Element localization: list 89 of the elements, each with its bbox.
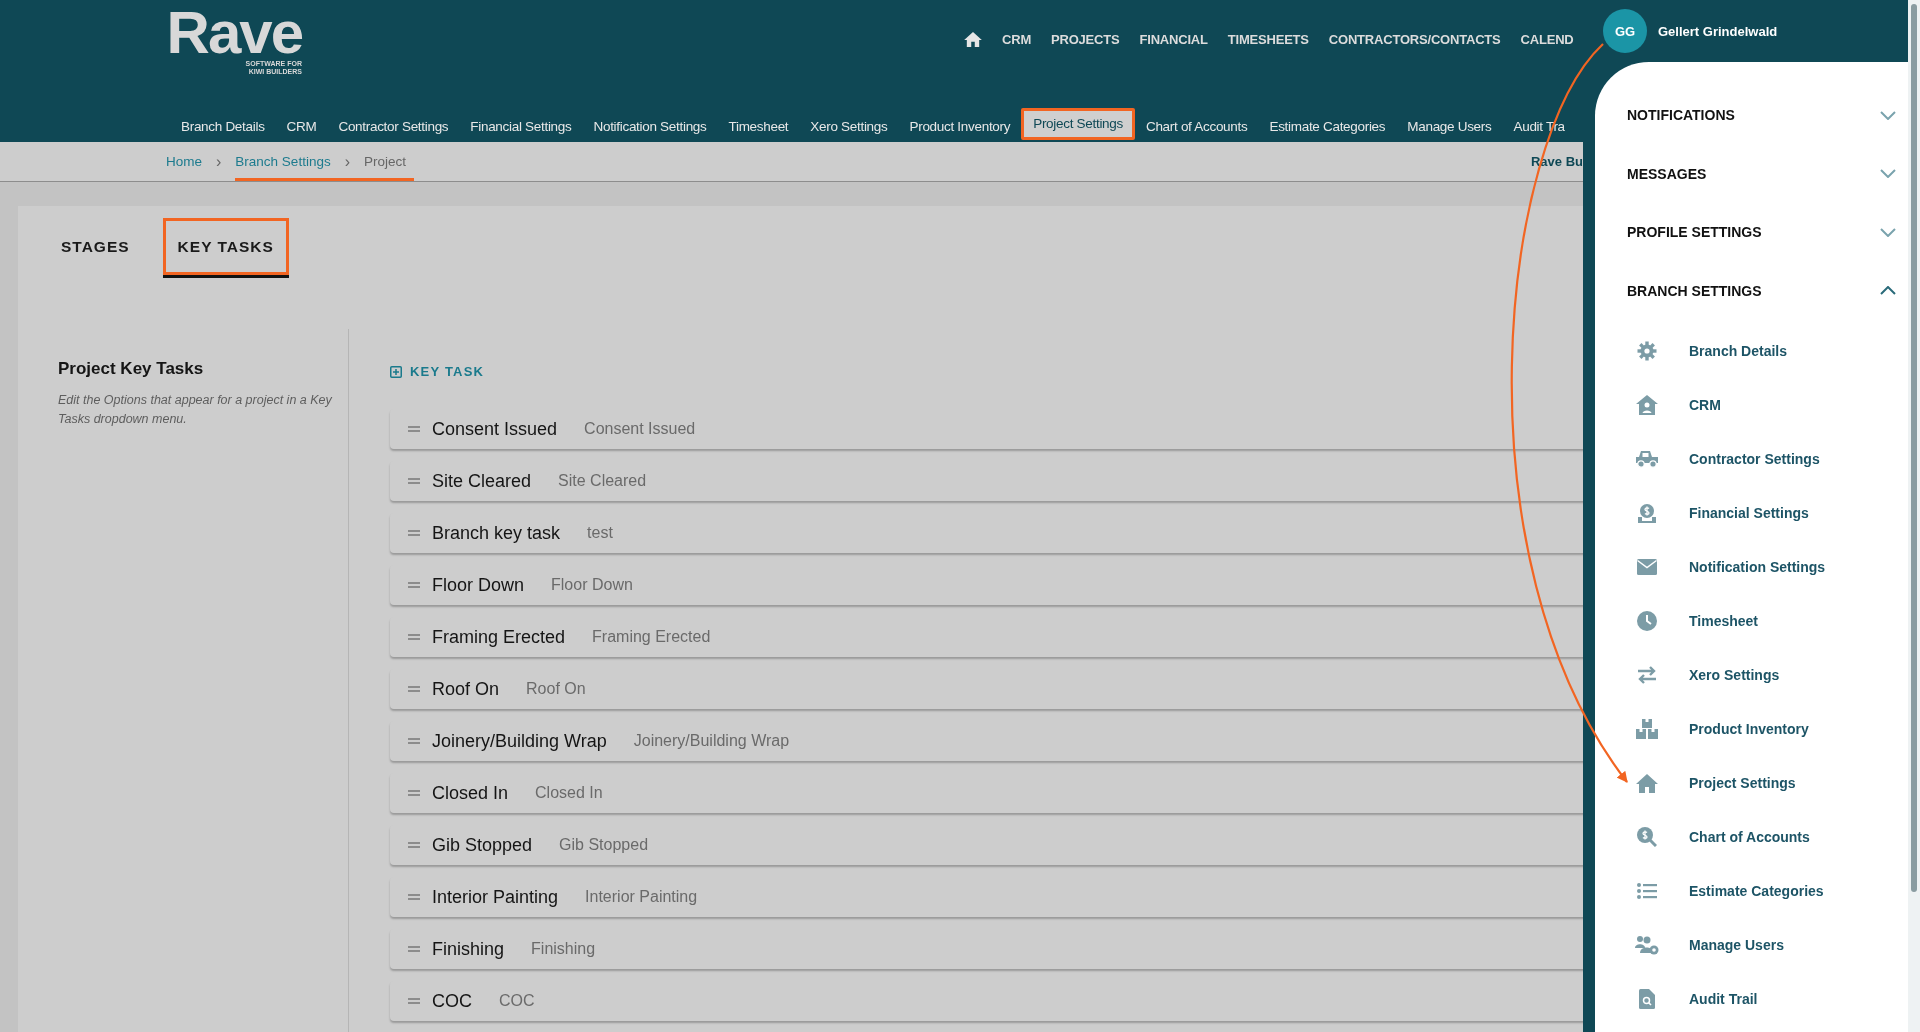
settings-tab[interactable]: CRM xyxy=(275,108,328,142)
settings-tab[interactable]: Chart of Accounts xyxy=(1134,108,1259,142)
key-task-description: Floor Down xyxy=(551,576,633,594)
settings-tab[interactable]: Project Settings xyxy=(1021,108,1135,140)
gear-icon xyxy=(1637,341,1657,361)
breadcrumb-separator: › xyxy=(330,142,364,181)
envelope-icon xyxy=(1637,559,1657,575)
nav-link[interactable]: FINANCIAL xyxy=(1139,32,1208,47)
key-task-description: test xyxy=(587,524,613,542)
section-heading: NOTIFICATIONS xyxy=(1627,107,1735,124)
key-task-description: Roof On xyxy=(526,680,586,698)
section-heading: BRANCH SETTINGS xyxy=(1627,282,1762,299)
key-task-name: Consent Issued xyxy=(432,418,558,440)
drag-handle-icon[interactable] xyxy=(408,790,420,796)
nav-link[interactable]: CALEND xyxy=(1520,32,1574,47)
key-task-description: COC xyxy=(499,992,535,1010)
key-task-name: Interior Painting xyxy=(432,886,559,908)
key-task-name: Gib Stopped xyxy=(432,834,533,856)
nav-link[interactable]: CONTRACTORS/CONTACTS xyxy=(1328,32,1501,47)
key-task-description: Finishing xyxy=(531,940,596,958)
drawer-section-header[interactable]: MESSAGES xyxy=(1627,144,1896,203)
users-gear-icon xyxy=(1635,935,1659,955)
key-task-name: Finishing xyxy=(432,938,505,960)
key-task-description: Closed In xyxy=(535,784,603,802)
home-icon[interactable] xyxy=(964,32,982,47)
section-description: Edit the Options that appear for a project in a Key Tasks dropdown menu. xyxy=(58,392,333,428)
home-icon xyxy=(1636,773,1658,793)
settings-tab[interactable]: Product Inventory xyxy=(898,108,1022,142)
list-icon xyxy=(1637,883,1657,899)
drag-handle-icon[interactable] xyxy=(408,946,420,952)
drag-handle-icon[interactable] xyxy=(408,530,420,536)
scrollbar[interactable] xyxy=(1908,0,1920,1032)
settings-tab[interactable]: Notification Settings xyxy=(582,108,718,142)
drag-handle-icon[interactable] xyxy=(408,634,420,640)
key-task-name: Floor Down xyxy=(432,574,525,596)
key-task-name: Site Cleared xyxy=(432,470,532,492)
key-task-name: COC xyxy=(432,990,472,1012)
section-heading: PROFILE SETTINGS xyxy=(1627,224,1762,241)
key-task-name: Framing Erected xyxy=(432,626,566,648)
key-task-name: Closed In xyxy=(432,782,509,804)
key-task-name: Roof On xyxy=(432,678,500,700)
drag-handle-icon[interactable] xyxy=(408,582,420,588)
drag-handle-icon[interactable] xyxy=(408,998,420,1004)
settings-tab[interactable]: Financial Settings xyxy=(459,108,583,142)
nav-link[interactable]: CRM xyxy=(1002,32,1031,47)
key-task-name: Branch key task xyxy=(432,522,561,544)
drawer-section-header[interactable]: BRANCH SETTINGS xyxy=(1627,261,1896,320)
settings-tab[interactable]: Xero Settings xyxy=(799,108,899,142)
drawer-menu-item[interactable]: Branch Details xyxy=(1627,324,1896,378)
breadcrumb-separator: › xyxy=(215,151,223,172)
settings-tab[interactable]: Manage Users xyxy=(1396,108,1503,142)
settings-tab[interactable]: Estimate Categories xyxy=(1258,108,1397,142)
document-search-icon xyxy=(1639,989,1655,1009)
user-avatar[interactable]: GG xyxy=(1603,9,1647,53)
house-person-icon xyxy=(1636,395,1658,415)
drag-handle-icon[interactable] xyxy=(408,478,420,484)
truck-icon xyxy=(1635,450,1659,468)
key-task-description: Site Cleared xyxy=(558,472,647,490)
magnifier-dollar-icon xyxy=(1637,827,1657,847)
drawer-section-header[interactable]: PROFILE SETTINGS xyxy=(1627,203,1896,262)
settings-tab[interactable]: Timesheet xyxy=(717,108,800,142)
drag-handle-icon[interactable] xyxy=(408,686,420,692)
drag-handle-icon[interactable] xyxy=(408,738,420,744)
coin-tray-icon xyxy=(1637,503,1657,523)
drag-handle-icon[interactable] xyxy=(408,842,420,848)
clock-icon xyxy=(1637,611,1657,631)
swap-arrows-icon xyxy=(1637,666,1657,684)
settings-tab[interactable]: Branch Details xyxy=(170,108,276,142)
breadcrumb-current: Project xyxy=(364,142,414,181)
nav-link[interactable]: PROJECTS xyxy=(1051,32,1120,47)
tab[interactable]: KEY TASKS xyxy=(162,218,289,275)
section-heading: MESSAGES xyxy=(1627,165,1707,182)
section-title: Project Key Tasks xyxy=(58,359,205,379)
key-task-description: Interior Painting xyxy=(585,888,698,906)
key-task-description: Framing Erected xyxy=(592,628,711,646)
settings-tab[interactable]: Contractor Settings xyxy=(327,108,460,142)
user-name: Gellert Grindelwald xyxy=(1658,23,1778,39)
logo-wordmark[interactable]: Rave xyxy=(166,10,302,56)
drawer-section-header[interactable]: NOTIFICATIONS xyxy=(1627,86,1896,145)
drag-handle-icon[interactable] xyxy=(408,426,420,432)
key-task-description: Joinery/Building Wrap xyxy=(633,732,790,750)
drag-handle-icon[interactable] xyxy=(408,894,420,900)
key-task-name: Joinery/Building Wrap xyxy=(432,730,607,752)
key-task-description: Consent Issued xyxy=(584,420,696,438)
nav-link[interactable]: TIMESHEETS xyxy=(1227,32,1309,47)
tab[interactable]: STAGES xyxy=(58,218,147,275)
key-task-description: Gib Stopped xyxy=(559,836,649,854)
boxes-icon xyxy=(1636,719,1658,739)
plus-square-icon xyxy=(390,365,402,378)
